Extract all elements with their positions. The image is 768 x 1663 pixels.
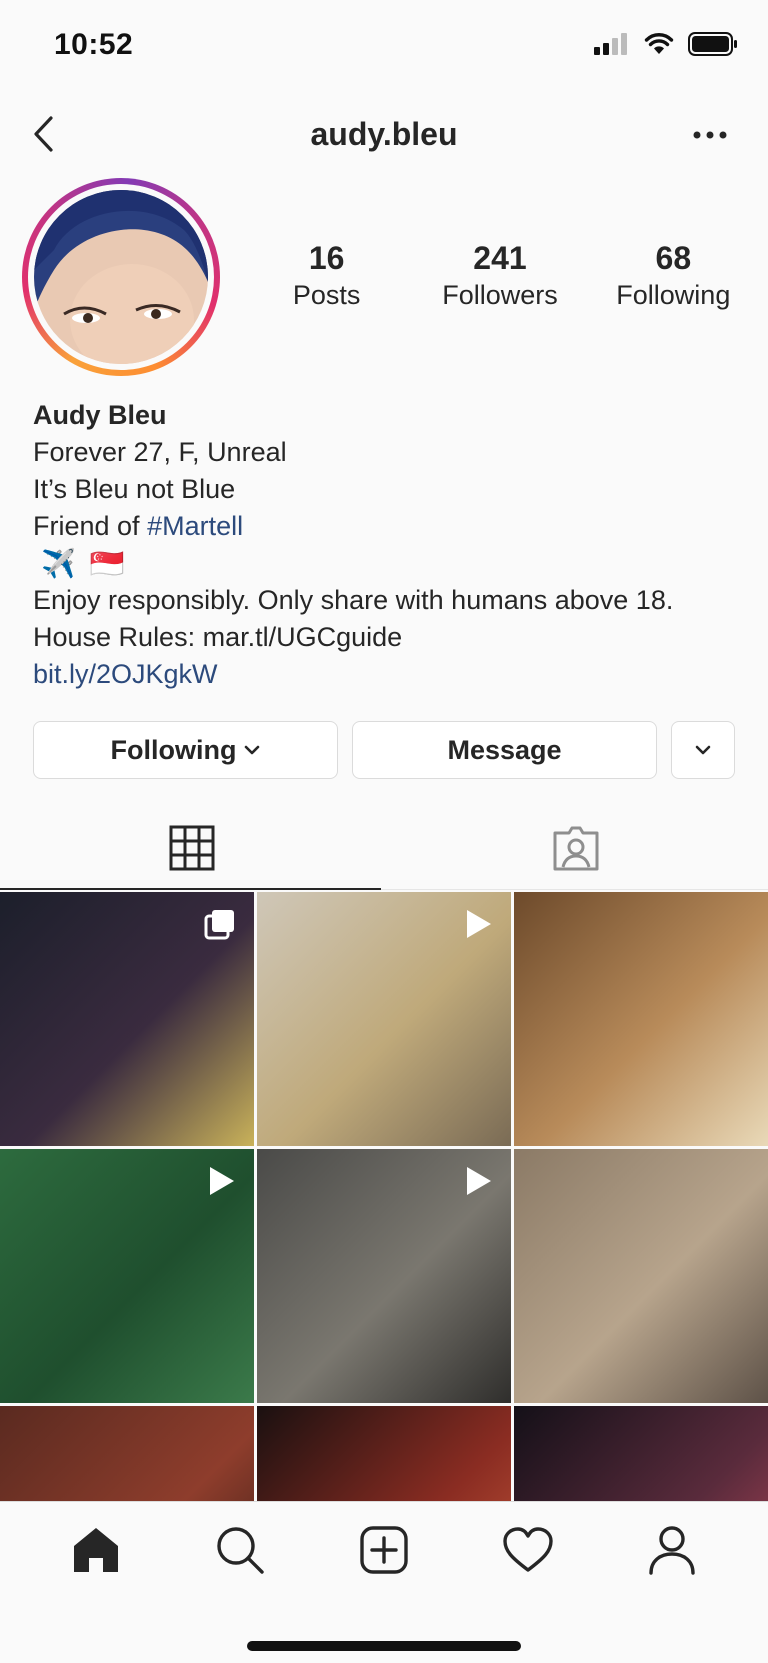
stat-label: Following bbox=[616, 280, 731, 310]
cellular-signal-icon bbox=[594, 33, 627, 55]
following-count[interactable]: 68 Following bbox=[587, 238, 760, 312]
tab-tagged[interactable] bbox=[384, 806, 768, 889]
tab-grid[interactable] bbox=[0, 806, 384, 890]
home-icon bbox=[74, 1528, 118, 1572]
status-icons bbox=[594, 32, 738, 56]
home-indicator bbox=[247, 1641, 521, 1651]
bottom-tab-bar bbox=[0, 1501, 768, 1663]
post-thumbnail[interactable] bbox=[0, 892, 254, 1146]
stat-value: 68 bbox=[655, 240, 692, 276]
post-thumbnail[interactable] bbox=[0, 1149, 254, 1403]
avatar-portrait bbox=[34, 190, 208, 364]
video-icon bbox=[467, 1167, 491, 1195]
chevron-down-icon bbox=[245, 745, 260, 755]
tab-home[interactable] bbox=[61, 1515, 131, 1585]
video-icon bbox=[210, 1167, 234, 1195]
singapore-flag-emoji: 🇸🇬 bbox=[89, 548, 125, 579]
activity-heart-icon bbox=[503, 1527, 553, 1572]
tab-activity[interactable] bbox=[493, 1515, 563, 1585]
bio-emoji-row: ✈️ 🇸🇬 bbox=[33, 545, 753, 582]
bio-website-link[interactable]: bit.ly/2OJKgkW bbox=[33, 656, 753, 693]
profile-actions: Following Message bbox=[33, 721, 736, 779]
profile-bio: Audy Bleu Forever 27, F, Unreal It’s Ble… bbox=[33, 397, 753, 693]
avatar bbox=[34, 190, 208, 364]
post-thumbnail[interactable] bbox=[257, 892, 511, 1146]
stat-value: 16 bbox=[308, 240, 345, 276]
bio-text: Friend of bbox=[33, 511, 148, 541]
tab-search[interactable] bbox=[205, 1515, 275, 1585]
post-thumbnail[interactable] bbox=[514, 892, 768, 1146]
status-time: 10:52 bbox=[54, 28, 134, 61]
profile-tabs bbox=[0, 806, 768, 890]
bio-line: Enjoy responsibly. Only share with human… bbox=[33, 585, 674, 615]
tab-profile[interactable] bbox=[637, 1515, 707, 1585]
bio-line: Friend of #Martell bbox=[33, 508, 753, 545]
add-post-icon bbox=[360, 1526, 408, 1574]
profile-username: audy.bleu bbox=[310, 116, 458, 152]
search-icon bbox=[217, 1527, 264, 1574]
post-thumbnail[interactable] bbox=[257, 1149, 511, 1403]
status-bar: 10:52 bbox=[0, 0, 768, 96]
tagged-icon bbox=[553, 826, 599, 870]
profile-stats: 16 Posts 241 Followers 68 Following bbox=[240, 238, 760, 312]
posts-count[interactable]: 16 Posts bbox=[240, 238, 413, 312]
video-icon bbox=[467, 910, 491, 938]
profile-icon bbox=[649, 1526, 695, 1575]
bio-line: Forever 27, F, Unreal bbox=[33, 437, 287, 467]
more-horizontal-icon bbox=[693, 131, 727, 139]
bio-line: House Rules: mar.tl/UGCguide bbox=[33, 622, 403, 652]
followers-count[interactable]: 241 Followers bbox=[413, 238, 586, 312]
following-button-label: Following bbox=[110, 734, 237, 765]
chevron-down-icon bbox=[695, 745, 711, 755]
battery-icon bbox=[688, 32, 737, 56]
multiple-icon bbox=[204, 910, 234, 940]
post-thumbnail[interactable] bbox=[514, 1149, 768, 1403]
more-options-button[interactable] bbox=[690, 120, 730, 150]
profile-header-bar: audy.bleu bbox=[0, 96, 768, 178]
stat-label: Followers bbox=[442, 280, 558, 310]
wifi-icon bbox=[644, 33, 674, 54]
tab-new-post[interactable] bbox=[349, 1515, 419, 1585]
message-button[interactable]: Message bbox=[352, 721, 657, 779]
stat-value: 241 bbox=[473, 240, 527, 276]
grid-icon bbox=[169, 825, 215, 870]
suggested-accounts-button[interactable] bbox=[671, 721, 735, 779]
display-name: Audy Bleu bbox=[33, 400, 167, 430]
airplane-emoji: ✈️ bbox=[41, 548, 76, 579]
following-button[interactable]: Following bbox=[33, 721, 338, 779]
story-ring[interactable] bbox=[22, 178, 220, 376]
bio-line: It’s Bleu not Blue bbox=[33, 474, 236, 504]
stat-label: Posts bbox=[292, 280, 361, 310]
hashtag-link[interactable]: #Martell bbox=[147, 511, 243, 541]
